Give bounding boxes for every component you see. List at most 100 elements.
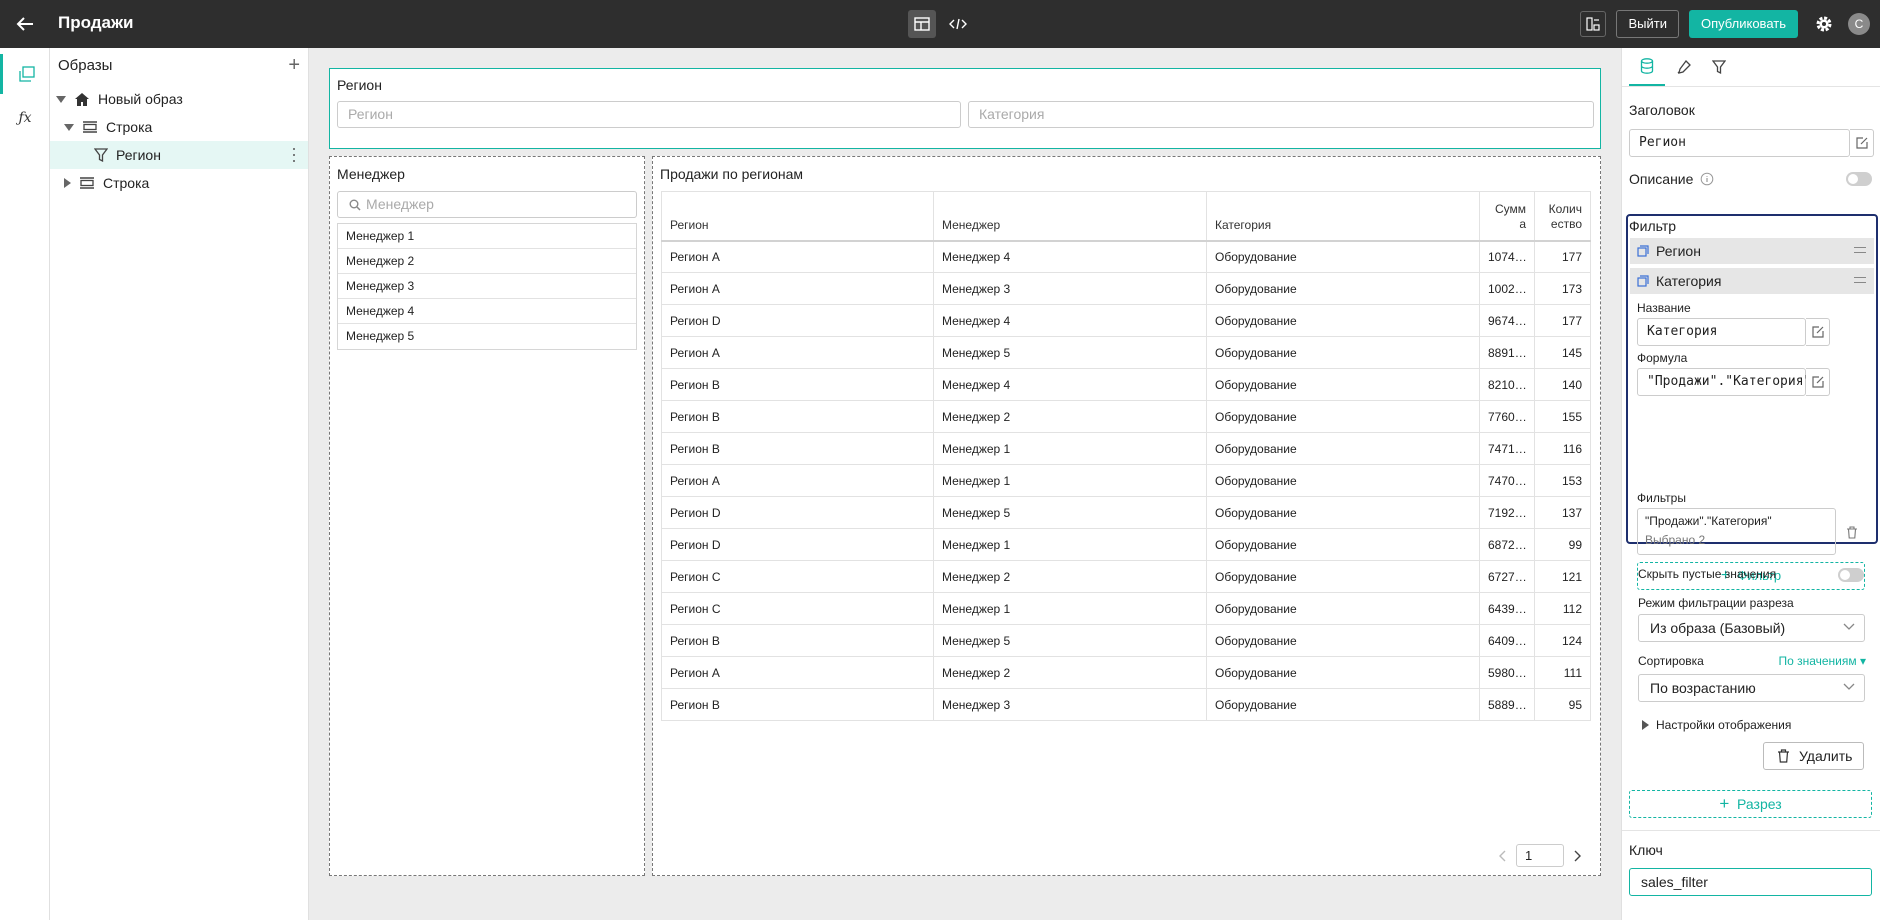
table-cell: 9674… — [1479, 304, 1535, 337]
table-cell: Менеджер 5 — [933, 624, 1207, 657]
tree-header: Образы — [58, 57, 113, 74]
table-cell: Регион C — [661, 592, 934, 625]
code-view-icon[interactable] — [944, 10, 972, 38]
style-brush-icon[interactable] — [1665, 48, 1701, 86]
name-label: Название — [1637, 301, 1691, 315]
tree-item-row-2[interactable]: Строка — [50, 169, 308, 197]
row-icon — [80, 177, 94, 189]
tree-item-new-image[interactable]: Новый образ — [50, 85, 308, 113]
list-item[interactable]: Менеджер 5 — [338, 324, 636, 349]
table-row[interactable]: Регион A Менеджер 1 Оборудование 7470… 153 — [661, 464, 1591, 497]
manager-search-input[interactable]: Менеджер — [337, 191, 637, 218]
avatar[interactable]: С — [1848, 13, 1870, 35]
drag-handle-icon[interactable] — [1854, 247, 1866, 253]
edit-icon[interactable] — [1850, 129, 1874, 157]
table-row[interactable]: Регион B Менеджер 2 Оборудование 7760… 155 — [661, 400, 1591, 433]
column-header[interactable]: Категория — [1206, 191, 1480, 242]
hide-empty-toggle[interactable] — [1838, 568, 1864, 582]
formula-fx-icon[interactable]: ƒx — [0, 98, 50, 138]
region-filter-panel[interactable]: Регион Регион Категория — [329, 68, 1601, 149]
table-cell: 124 — [1534, 624, 1591, 657]
table-cell: Регион A — [661, 272, 934, 305]
table-row[interactable]: Регион D Менеджер 5 Оборудование 7192… 137 — [661, 496, 1591, 529]
table-cell: 7192… — [1479, 496, 1535, 529]
filters-values[interactable]: "Продажи"."Категория" Выбрано 2 — [1637, 508, 1836, 555]
filter-tab-icon[interactable] — [1701, 48, 1737, 86]
table-cell: Оборудование — [1206, 368, 1480, 401]
table-row[interactable]: Регион A Менеджер 5 Оборудование 8891… 145 — [661, 336, 1591, 369]
sales-table-panel[interactable]: Продажи по регионам Регион Менеджер Кате… — [652, 156, 1601, 876]
list-item[interactable]: Менеджер 4 — [338, 299, 636, 324]
publish-button[interactable]: Опубликовать — [1688, 10, 1798, 38]
table-row[interactable]: Регион A Менеджер 3 Оборудование 1002… 173 — [661, 272, 1591, 305]
gear-icon[interactable] — [1814, 14, 1834, 34]
table-cell: Регион B — [661, 688, 934, 721]
table-row[interactable]: Регион D Менеджер 4 Оборудование 9674… 177 — [661, 304, 1591, 337]
table-row[interactable]: Регион B Менеджер 1 Оборудование 7471… 116 — [661, 432, 1591, 465]
column-header[interactable]: Колич ество — [1534, 191, 1591, 242]
add-slice-button[interactable]: + Разрез — [1629, 790, 1872, 818]
column-header[interactable]: Регион — [661, 191, 934, 242]
edit-icon[interactable] — [1806, 368, 1830, 396]
panel-label: Менеджер — [337, 166, 405, 182]
sort-order-select[interactable]: По возрастанию — [1638, 674, 1865, 702]
table-row[interactable]: Регион A Менеджер 4 Оборудование 1074… 177 — [661, 240, 1591, 273]
chevron-down-icon[interactable] — [64, 123, 74, 131]
filter-mode-select[interactable]: Из образа (Базовый) — [1638, 614, 1865, 642]
title-field[interactable]: Регион — [1629, 129, 1850, 157]
table-cell: Регион A — [661, 656, 934, 689]
table-row[interactable]: Регион C Менеджер 1 Оборудование 6439… 112 — [661, 592, 1591, 625]
description-toggle[interactable] — [1846, 172, 1872, 186]
column-header[interactable]: Сумм а — [1479, 191, 1535, 242]
tree-item-row-1[interactable]: Строка — [50, 113, 308, 141]
tree-item-region-filter[interactable]: Регион — [50, 141, 308, 169]
chevron-right-icon[interactable] — [1574, 850, 1582, 862]
category-input[interactable]: Категория — [968, 101, 1594, 128]
description-label: Описание — [1629, 171, 1694, 187]
list-item[interactable]: Менеджер 1 — [338, 224, 636, 249]
edit-icon[interactable] — [1806, 318, 1830, 346]
table-cell: 5889… — [1479, 688, 1535, 721]
table-row[interactable]: Регион D Менеджер 1 Оборудование 6872… 99 — [661, 528, 1591, 561]
table-cell: Менеджер 4 — [933, 368, 1207, 401]
add-icon[interactable]: + — [288, 55, 300, 75]
table-row[interactable]: Регион B Менеджер 4 Оборудование 8210… 140 — [661, 368, 1591, 401]
table-row[interactable]: Регион A Менеджер 2 Оборудование 5980… 111 — [661, 656, 1591, 689]
more-options-icon[interactable] — [292, 148, 296, 162]
table-row[interactable]: Регион C Менеджер 2 Оборудование 6727… 121 — [661, 560, 1591, 593]
trash-icon[interactable] — [1846, 526, 1858, 539]
tree-item-label: Регион — [116, 147, 161, 163]
images-tab-icon[interactable] — [0, 54, 50, 94]
filter-item-category[interactable]: Категория — [1630, 268, 1874, 294]
table-row[interactable]: Регион B Менеджер 3 Оборудование 5889… 95 — [661, 688, 1591, 721]
data-tab-icon[interactable] — [1629, 48, 1665, 86]
page-number-input[interactable]: 1 — [1516, 844, 1564, 867]
sort-by-link[interactable]: По значениям ▾ — [1778, 654, 1866, 668]
table-cell: Регион A — [661, 336, 934, 369]
key-input[interactable]: sales_filter — [1629, 868, 1872, 896]
filter-item-region[interactable]: Регион — [1630, 238, 1874, 264]
images-tree-panel: Образы + Новый образ Строка Регион Строк… — [50, 48, 309, 920]
table-cell: 137 — [1534, 496, 1591, 529]
drag-handle-icon[interactable] — [1854, 277, 1866, 283]
chevron-right-icon[interactable] — [64, 178, 71, 188]
layout-toggle-icon[interactable] — [1580, 11, 1607, 37]
formula-field[interactable]: "Продажи"."Категория" — [1637, 368, 1811, 396]
chevron-left-icon[interactable] — [1498, 850, 1506, 862]
manager-filter-panel[interactable]: Менеджер Менеджер Менеджер 1 Менеджер 2 … — [329, 156, 645, 876]
table-cell: Оборудование — [1206, 624, 1480, 657]
layout-view-icon[interactable] — [908, 10, 936, 38]
list-item[interactable]: Менеджер 3 — [338, 274, 636, 299]
exit-button[interactable]: Выйти — [1616, 10, 1679, 38]
list-item[interactable]: Менеджер 2 — [338, 249, 636, 274]
name-field[interactable]: Категория — [1637, 318, 1806, 346]
column-header[interactable]: Менеджер — [933, 191, 1207, 242]
display-settings-expander[interactable]: Настройки отображения — [1642, 718, 1791, 732]
filter-icon — [94, 148, 108, 162]
chevron-down-icon[interactable] — [56, 95, 66, 103]
formula-label: Формула — [1637, 351, 1688, 365]
table-row[interactable]: Регион B Менеджер 5 Оборудование 6409… 124 — [661, 624, 1591, 657]
delete-button[interactable]: Удалить — [1763, 742, 1864, 770]
region-input[interactable]: Регион — [337, 101, 961, 128]
back-arrow-icon[interactable] — [14, 13, 36, 35]
